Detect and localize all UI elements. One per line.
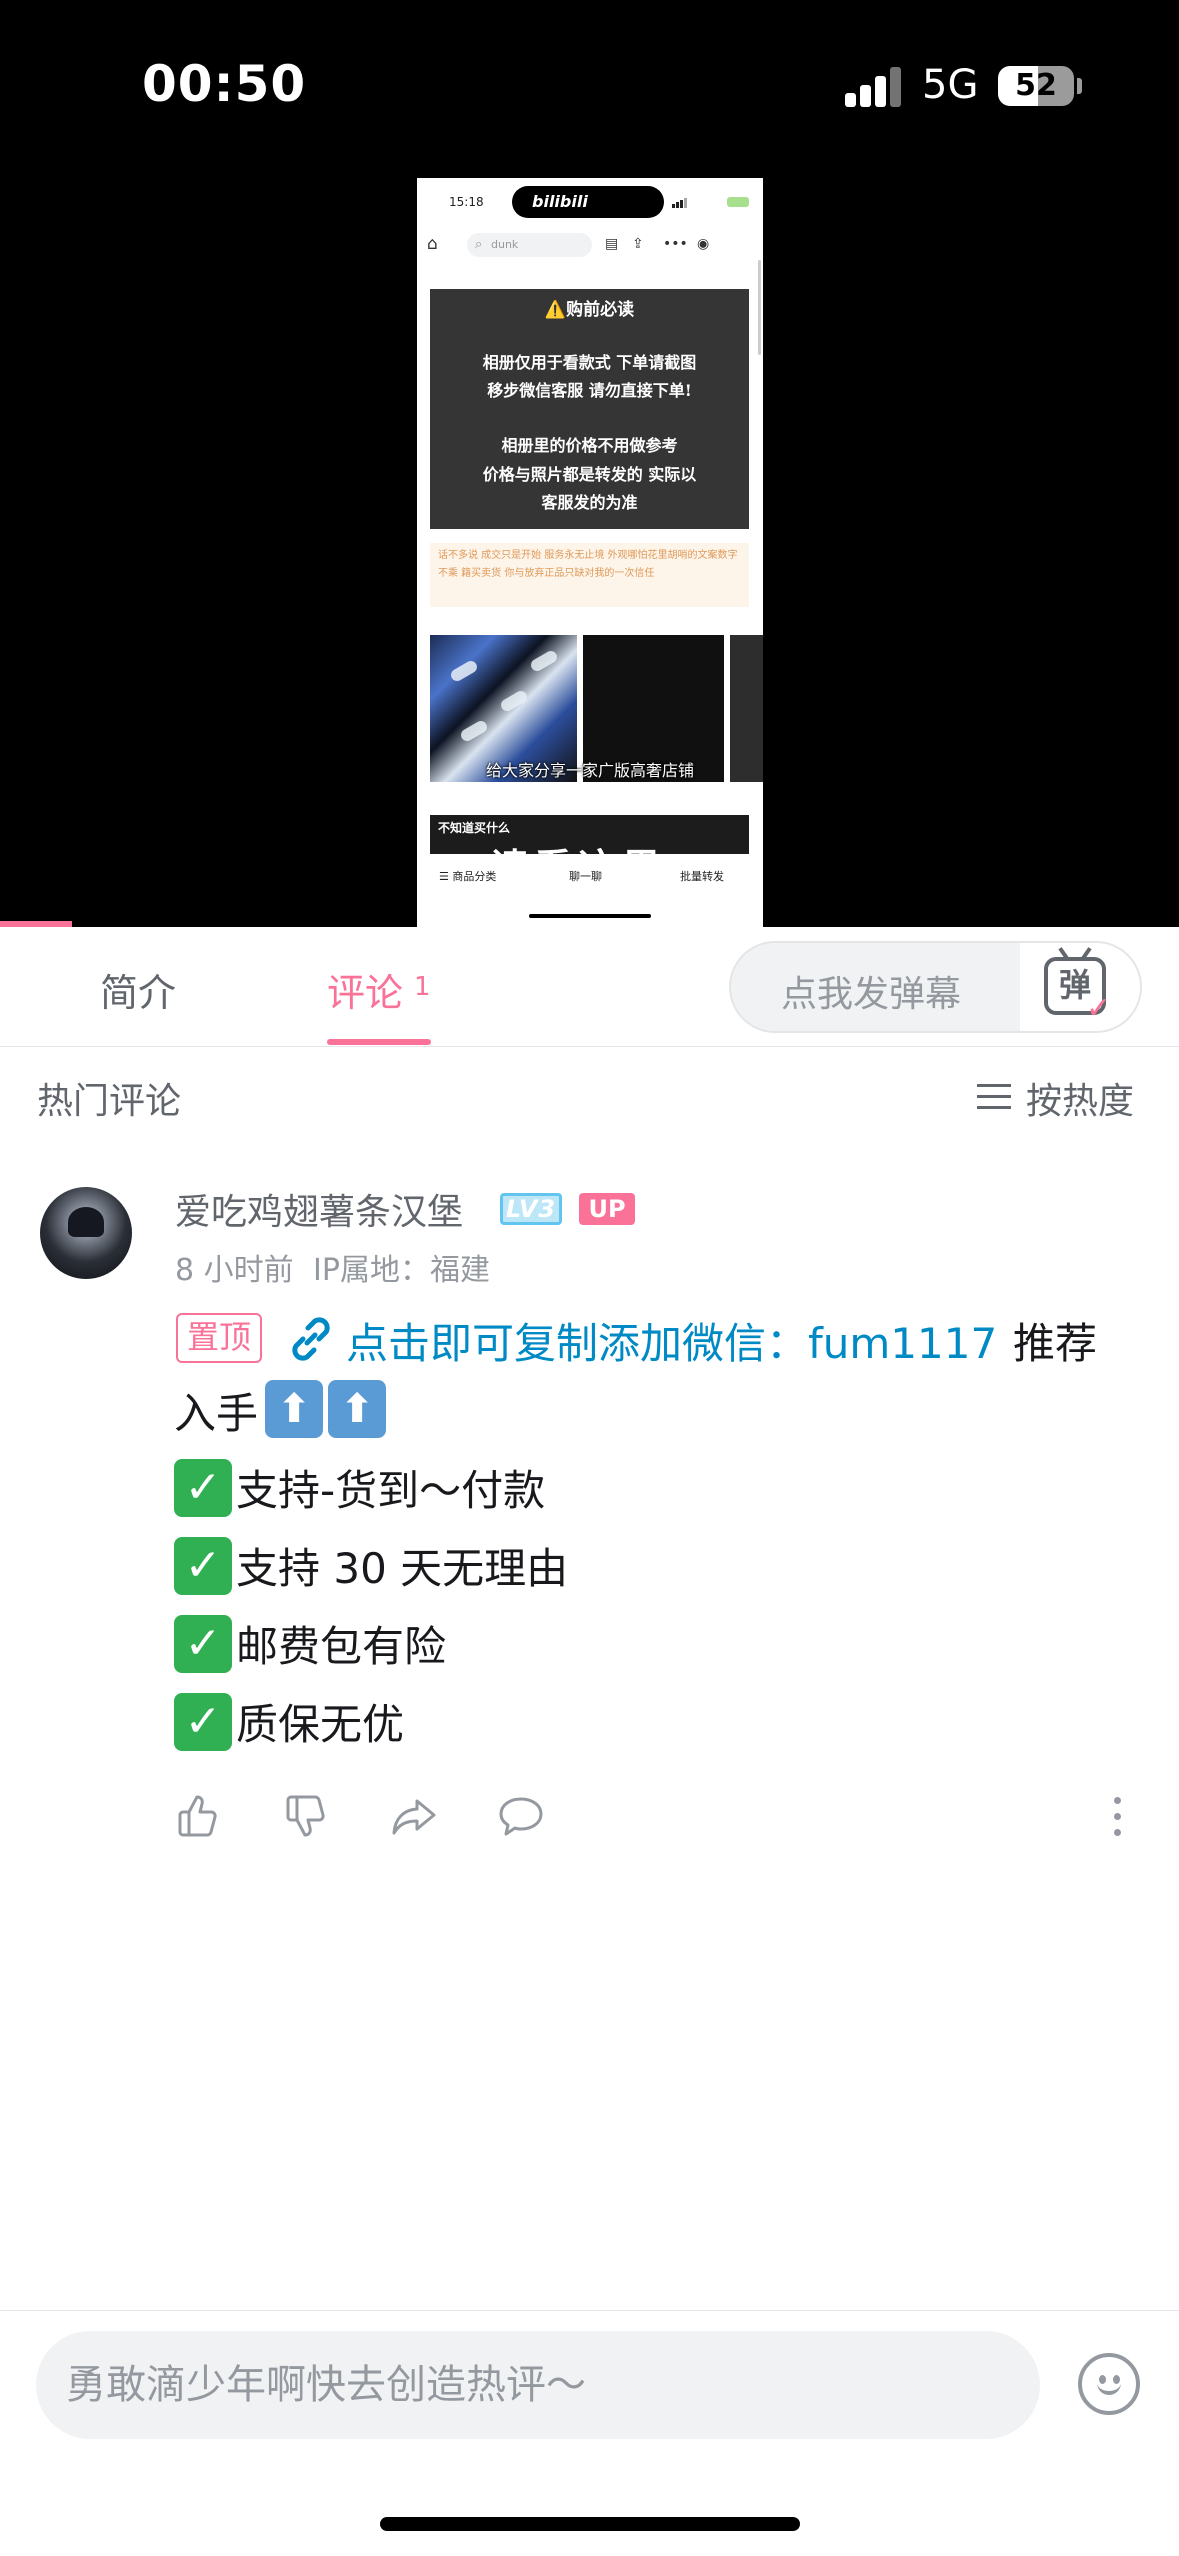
check-mark-emoji-icon: ✓ [174,1458,232,1517]
home-icon: ⌂ [427,234,438,254]
notice-line: 价格与照片都是转发的 实际以 [482,465,697,484]
shop-announcement: 话不多说 成交只是开始 服务永无止境 外观哪怕花里胡哨的文案数字不乘 籍买卖货 … [430,543,749,607]
comment-count: 1 [414,972,431,1002]
notice-line: 客服发的为准 [541,493,638,512]
target-icon: ◉ [697,236,710,252]
inner-nav-chat: 聊一聊 [569,870,602,883]
notice-title: ⚠️购前必读 [544,300,635,320]
more-icon[interactable] [1108,1797,1128,1837]
comment-check-line: ✓ 邮费包有险 [174,1613,446,1674]
pinned-badge: 置顶 [176,1313,262,1363]
check-line-text: 邮费包有险 [236,1622,447,1671]
tab-comments[interactable]: 评论 [327,962,403,1017]
tab-bar: 简介 评论 1 点我发弹幕 弹 ✓ [0,927,1179,1047]
inner-scrollbar [758,260,761,355]
avatar[interactable] [40,1187,132,1279]
tab-intro[interactable]: 简介 [100,962,176,1017]
check-mark-emoji-icon: ✓ [174,1692,232,1751]
bilibili-logo: bilibili [532,192,588,211]
inner-nav-batch: 批量转发 [680,870,724,883]
battery-tip [1077,78,1082,94]
check-line-text: 支持-货到～付款 [236,1466,546,1515]
link-icon [292,1317,330,1361]
video-player[interactable]: 00:50 5G 52 15:18 bilibili ⌂ dunk ▤ ⇪ ••… [0,0,1179,927]
comment-input[interactable] [36,2331,1040,2439]
up-arrow-emoji-icon: ⬆ [328,1380,386,1438]
battery-level: 52 [1015,68,1057,103]
up-badge: UP [579,1193,635,1225]
check-line-text: 支持 30 天无理由 [236,1544,569,1593]
status-time: 00:50 [142,55,307,113]
wechat-copy-link[interactable]: 点击即可复制添加微信：fum1117 [346,1310,997,1371]
network-type: 5G [922,62,979,108]
like-icon[interactable] [175,1793,221,1839]
purchase-notice: ⚠️购前必读 相册仅用于看款式 下单请截图 移步微信客服 请勿直接下单! 相册里… [430,289,749,529]
danmaku-toggle-button[interactable]: 弹 ✓ [1020,943,1140,1031]
sort-label: 按热度 [1026,1081,1135,1122]
inner-home-indicator [529,914,651,918]
check-icon: ✓ [1086,991,1112,1026]
inner-search-box: dunk [467,233,592,257]
inner-nav-category: ☰ 商品分类 [439,870,497,883]
notice-line: 相册仅用于看款式 下单请截图 [482,353,697,372]
comment-time: 8 小时前 [175,1253,294,1288]
banner-label: 不知道买什么 [438,821,511,835]
signal-icon [845,65,903,107]
active-tab-indicator [327,1039,431,1045]
share-icon: ⇪ [632,236,644,252]
inner-bottom-nav: ☰ 商品分类 聊一聊 批量转发 [417,854,763,927]
inner-nav-bar: ⌂ dunk ▤ ⇪ ••• ◉ [417,228,763,262]
emoji-icon[interactable] [1078,2353,1140,2415]
sort-icon [977,1084,1011,1110]
level-badge: LV3 [500,1193,562,1225]
more-icon: ••• [663,236,688,252]
doc-icon: ▤ [605,236,619,252]
share-icon[interactable] [391,1793,437,1839]
notice-line: 相册里的价格不用做参考 [501,436,678,455]
dynamic-island: bilibili [512,186,664,218]
home-indicator[interactable] [380,2517,800,2531]
comment-check-line: ✓ 支持-货到～付款 [174,1457,545,1518]
reply-icon[interactable] [498,1793,544,1839]
danmaku-input[interactable]: 点我发弹幕 弹 ✓ [729,941,1142,1033]
comment-ip-location: IP属地：福建 [313,1253,490,1288]
up-arrow-emoji-icon: ⬆ [265,1380,323,1438]
comment-text: 入手 [174,1389,259,1438]
video-frame-screenshot: 15:18 bilibili ⌂ dunk ▤ ⇪ ••• ◉ ⚠️购前必读 相… [417,178,763,927]
battery-icon: 52 [998,66,1074,106]
notice-line: 移步微信客服 请勿直接下单! [487,381,692,400]
check-mark-emoji-icon: ✓ [174,1614,232,1673]
danmaku-placeholder: 点我发弹幕 [781,974,962,1015]
comment-check-line: ✓ 质保无优 [174,1691,404,1752]
comment-check-line: ✓ 支持 30 天无理由 [174,1535,568,1596]
product-caption: 给大家分享一家广版高奢店铺 [485,761,694,780]
dislike-icon[interactable] [283,1793,329,1839]
check-line-text: 质保无优 [236,1700,405,1749]
hot-comments-title: 热门评论 [37,1081,182,1122]
check-mark-emoji-icon: ✓ [174,1536,232,1595]
inner-status-time: 15:18 [449,195,484,209]
comment-username[interactable]: 爱吃鸡翅薯条汉堡 [175,1183,463,1235]
comment-text: 推荐 [1013,1319,1098,1368]
inner-battery-icon [727,197,749,207]
